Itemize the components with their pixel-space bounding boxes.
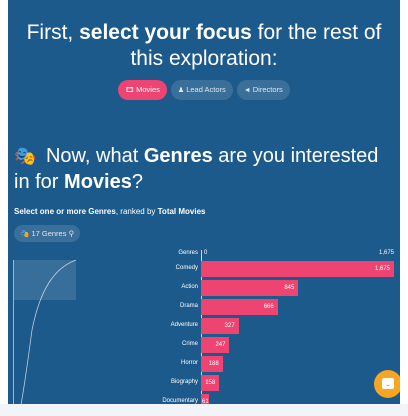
film-icon: 🎞	[125, 87, 135, 94]
megaphone-icon: ◄	[243, 87, 251, 94]
category-label-biography[interactable]: Biography	[8, 379, 198, 385]
masks-icon: 🎭	[14, 146, 37, 166]
bar-horror[interactable]: 188	[201, 356, 223, 372]
category-label-comedy[interactable]: Comedy	[8, 265, 198, 271]
category-label-adventure[interactable]: Adventure	[8, 322, 198, 328]
bar-documentary[interactable]: 61	[201, 394, 209, 404]
bar-comedy[interactable]: 1,675	[201, 261, 394, 277]
headline-bold: select your focus	[79, 21, 252, 44]
bar-biography[interactable]: 158	[201, 375, 220, 391]
bar-adventure[interactable]: 327	[201, 318, 239, 334]
focus-option-lead-actors[interactable]: ♟ Lead Actors	[170, 80, 233, 100]
category-label-drama[interactable]: Drama	[8, 303, 198, 309]
bar-value-label: 845	[284, 285, 295, 291]
category-label-horror[interactable]: Horror	[8, 360, 198, 366]
axis-category-label: Genres	[178, 250, 198, 256]
axis-header: Genres 0 1,675	[8, 250, 400, 260]
axis-max-label: 1,675	[378, 250, 394, 256]
bar-value-label: 158	[205, 380, 216, 386]
masks-icon: 🎭	[20, 229, 30, 238]
bar-drama[interactable]: 666	[201, 299, 278, 315]
category-label-crime[interactable]: Crime	[8, 341, 198, 347]
genre-chip-label: 17 Genres	[31, 229, 67, 238]
page-bottom-strip	[0, 404, 408, 416]
bar-value-label: 666	[263, 304, 274, 310]
bar-value-label: 1,675	[374, 266, 390, 272]
bar-value-label: 247	[215, 342, 226, 348]
focus-headline: First, select your focus for the rest of…	[8, 20, 400, 72]
chat-widget-button[interactable]	[374, 370, 400, 398]
bar-crime[interactable]: 247	[201, 337, 230, 353]
genre-filter-chip[interactable]: 🎭 17 Genres ⚲	[14, 225, 81, 242]
focus-option-movies[interactable]: 🎞 Movies	[118, 80, 167, 100]
headline-prefix: First,	[26, 21, 80, 44]
genre-question: 🎭 Now, what Genres are you interested in…	[14, 145, 379, 193]
focus-option-directors[interactable]: ◄ Directors	[236, 80, 290, 100]
search-icon: ⚲	[68, 229, 75, 238]
chat-icon	[382, 378, 394, 389]
chart-subtitle: Select one or more Genres, ranked by Tot…	[14, 207, 206, 216]
bar-value-label: 61	[202, 399, 209, 404]
person-icon: ♟	[177, 87, 185, 94]
focus-selector: 🎞 Movies ♟ Lead Actors ◄ Directors	[8, 80, 400, 100]
genres-bar-chart: Genres 0 1,675 Comedy 1,675 Action 845 Drama…	[8, 246, 400, 404]
category-label-action[interactable]: Action	[8, 284, 198, 290]
bar-action[interactable]: 845	[201, 280, 299, 296]
axis-min-label: 0	[204, 250, 208, 256]
app-frame: First, select your focus for the rest of…	[8, 0, 400, 404]
bar-value-label: 327	[224, 323, 235, 329]
bar-value-label: 188	[208, 361, 219, 367]
